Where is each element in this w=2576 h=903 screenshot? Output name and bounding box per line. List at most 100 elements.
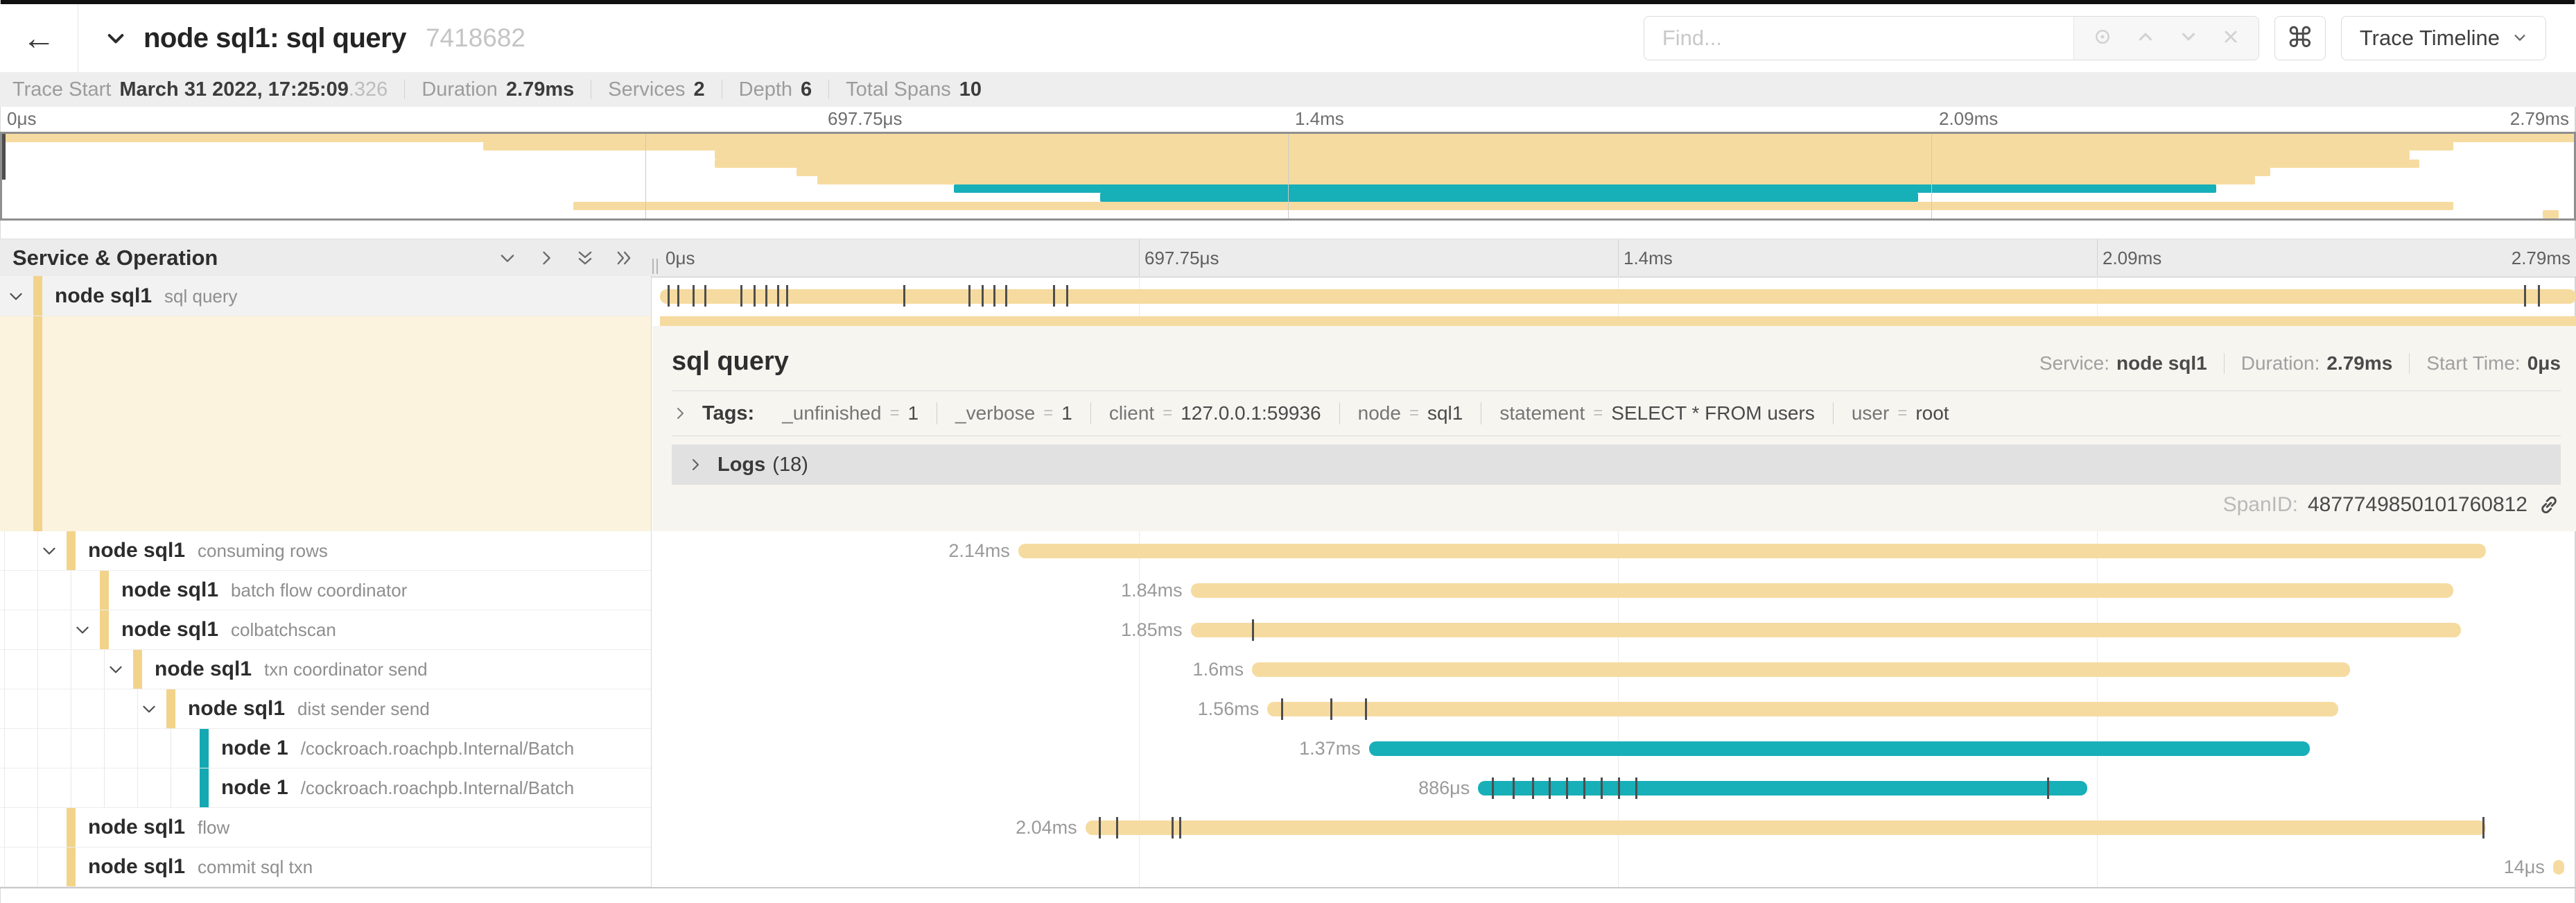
log-marker: [740, 285, 742, 307]
span-bar[interactable]: [1018, 544, 2486, 558]
span-bar[interactable]: [1478, 781, 2087, 796]
span-color-strip: [67, 531, 76, 570]
tree-row[interactable]: node sql1sql query: [0, 276, 651, 316]
span-bar[interactable]: [1191, 583, 2453, 598]
chevron-down-icon[interactable]: [40, 542, 58, 560]
span-bar[interactable]: [1086, 820, 2486, 835]
indent-guide: [4, 689, 5, 728]
span-name: node sql1txn coordinator send: [155, 657, 428, 681]
collapse-all-icon[interactable]: [575, 248, 595, 268]
span-bar-row[interactable]: 1.37ms: [660, 729, 2576, 768]
expand-all-icon[interactable]: [614, 248, 634, 268]
chevron-down-icon[interactable]: [140, 700, 158, 718]
log-marker: [1005, 285, 1007, 307]
span-bar-row[interactable]: 2.14ms: [660, 531, 2576, 571]
panel-splitter[interactable]: [652, 259, 658, 274]
tag-item: statement=SELECT * FROM users: [1481, 402, 1833, 424]
tree-row[interactable]: node sql1txn coordinator send: [0, 650, 651, 689]
minimap-gridline: [1931, 134, 1932, 218]
span-bar[interactable]: [1267, 702, 2338, 716]
log-marker: [2482, 817, 2484, 839]
find-input[interactable]: [1644, 17, 2073, 60]
span-name: node 1/cockroach.roachpb.Internal/Batch: [221, 737, 574, 760]
collapse-one-icon[interactable]: [498, 248, 517, 268]
tag-item: _verbose=1: [937, 402, 1090, 424]
span-bar-row[interactable]: 1.6ms: [660, 650, 2576, 689]
tree-row[interactable]: node sql1colbatchscan: [0, 610, 651, 650]
find-next-icon[interactable]: [2178, 26, 2199, 51]
span-duration-label: 14μs: [2504, 848, 2553, 887]
span-bar-row[interactable]: 1.84ms: [660, 571, 2576, 610]
indent-guide: [37, 768, 38, 807]
collapse-trace-icon[interactable]: [105, 27, 127, 49]
minimap-drag-handle[interactable]: [2, 134, 6, 180]
log-marker: [1583, 777, 1585, 799]
back-arrow-icon: ←: [22, 19, 55, 58]
link-icon[interactable]: [2537, 493, 2561, 517]
span-tree: node sql1sql query node sql1consuming row…: [0, 276, 652, 887]
tree-row[interactable]: node 1/cockroach.roachpb.Internal/Batch: [0, 729, 651, 768]
log-marker: [1252, 619, 1254, 641]
minimap-gridline: [645, 134, 646, 218]
back-button[interactable]: ←: [0, 4, 78, 72]
tree-row[interactable]: node sql1flow: [0, 808, 651, 848]
log-marker: [1281, 698, 1283, 720]
chevron-down-icon[interactable]: [107, 660, 125, 678]
service-name: node sql1: [88, 855, 185, 879]
operation-name: flow: [198, 817, 229, 839]
tag-value: SELECT * FROM users: [1611, 402, 1815, 424]
expand-one-icon[interactable]: [537, 248, 556, 268]
span-bar[interactable]: [1191, 623, 2462, 637]
span-bar[interactable]: [1252, 662, 2350, 677]
operation-name: /cockroach.roachpb.Internal/Batch: [301, 738, 575, 759]
span-bar-row[interactable]: 2.04ms: [660, 808, 2576, 848]
indent-guide: [4, 808, 5, 847]
indent-guide: [37, 531, 38, 570]
span-bar[interactable]: [1369, 741, 2310, 756]
tree-row[interactable]: node sql1commit sql txn: [0, 848, 651, 887]
tree-row[interactable]: node sql1dist sender send: [0, 689, 651, 729]
span-bar-row[interactable]: 886μs: [660, 768, 2576, 808]
minimap-tick: 1.4ms: [1295, 108, 1344, 130]
tag-value: 127.0.0.1:59936: [1181, 402, 1321, 424]
indent-guide: [104, 729, 105, 768]
tag-key: statement: [1499, 402, 1585, 424]
logs-count: (18): [772, 454, 808, 476]
span-duration-label: 886μs: [1418, 768, 1478, 808]
locate-icon[interactable]: [2092, 26, 2113, 51]
find-clear-icon[interactable]: [2221, 27, 2240, 50]
tag-item: node=sql1: [1339, 402, 1481, 424]
operation-name: dist sender send: [297, 698, 430, 720]
tree-row[interactable]: node sql1consuming rows: [0, 531, 651, 571]
indent-guide: [37, 848, 38, 886]
find-prev-icon[interactable]: [2135, 26, 2156, 51]
span-bar-row[interactable]: 14μs: [660, 848, 2576, 887]
trace-minimap[interactable]: [0, 132, 2576, 221]
tag-item: user=root: [1833, 402, 1967, 424]
indent-guide: [37, 689, 38, 728]
span-bar-row[interactable]: 1.85ms: [660, 610, 2576, 650]
operation-name: colbatchscan: [231, 619, 336, 641]
detail-service: Service:node sql1: [2039, 352, 2207, 375]
view-options-button[interactable]: Trace Timeline: [2341, 16, 2546, 60]
span-color-strip: [67, 848, 76, 886]
log-marker: [1066, 285, 1068, 307]
span-bar-row[interactable]: [660, 276, 2576, 316]
keyboard-shortcuts-button[interactable]: ⌘: [2274, 16, 2326, 60]
indent-guide: [104, 650, 105, 689]
span-bar-row[interactable]: 1.56ms: [660, 689, 2576, 729]
tags-section[interactable]: Tags: _unfinished=1_verbose=1client=127.…: [672, 391, 2561, 436]
span-duration-label: 1.56ms: [1198, 689, 1268, 729]
span-bar[interactable]: [2553, 860, 2565, 875]
tag-key: _verbose: [955, 402, 1035, 424]
tree-row[interactable]: node 1/cockroach.roachpb.Internal/Batch: [0, 768, 651, 808]
logs-section[interactable]: Logs (18): [672, 445, 2561, 485]
span-bar[interactable]: [660, 289, 2576, 304]
find-group: [1644, 16, 2259, 60]
tag-key: node: [1358, 402, 1401, 424]
chevron-down-icon[interactable]: [73, 621, 92, 639]
detail-start-time: Start Time:0μs: [2426, 352, 2561, 375]
tag-item: client=127.0.0.1:59936: [1090, 402, 1339, 424]
chevron-down-icon[interactable]: [7, 287, 25, 305]
tree-row[interactable]: node sql1batch flow coordinator: [0, 571, 651, 610]
